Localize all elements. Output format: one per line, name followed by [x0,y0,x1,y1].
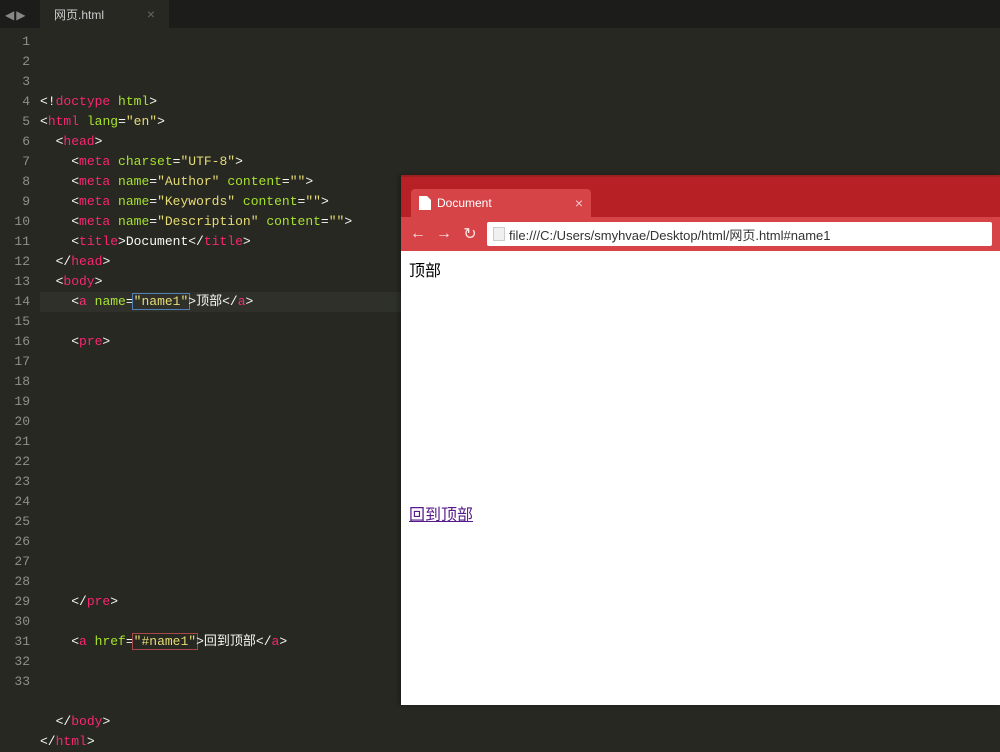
browser-toolbar: ← → ↻ file:///C:/Users/smyhvae/Desktop/h… [401,217,1000,251]
editor-tab[interactable]: 网页.html × [40,0,170,28]
tab-close-icon[interactable]: × [147,6,155,22]
forward-button[interactable]: → [435,225,453,243]
browser-content: 顶部 回到顶部 [401,251,1000,705]
code-line[interactable]: <html lang="en"> [40,112,1000,132]
url-file-icon [493,227,505,241]
url-bar[interactable]: file:///C:/Users/smyhvae/Desktop/html/网页… [487,222,992,246]
browser-tab-strip: Document × [401,177,1000,217]
url-text: file:///C:/Users/smyhvae/Desktop/html/网页… [509,225,831,244]
browser-tab[interactable]: Document × [411,189,591,217]
back-to-top-link[interactable]: 回到顶部 [409,507,473,524]
code-line[interactable]: <meta charset="UTF-8"> [40,152,1000,172]
browser-tab-close-icon[interactable]: × [575,195,583,211]
nav-left-icon[interactable]: ◀ [5,9,14,23]
tab-label: 网页.html [54,6,104,23]
back-button[interactable]: ← [409,225,427,243]
nav-arrows: ◀▶ [4,8,26,23]
code-line[interactable]: </body> [40,712,1000,732]
nav-right-icon[interactable]: ▶ [16,9,25,23]
tab-bar: 网页.html × [0,0,1000,28]
file-icon [419,196,431,210]
line-gutter: 1234567891011121314151617181920212223242… [0,28,40,705]
browser-window: Document × ← → ↻ file:///C:/Users/smyhva… [401,175,1000,705]
page-top-text: 顶部 [409,257,992,281]
code-line[interactable]: <!doctype html> [40,92,1000,112]
code-line[interactable]: </html> [40,732,1000,752]
code-line[interactable]: <head> [40,132,1000,152]
browser-tab-title: Document [437,196,492,210]
reload-button[interactable]: ↻ [461,225,479,243]
